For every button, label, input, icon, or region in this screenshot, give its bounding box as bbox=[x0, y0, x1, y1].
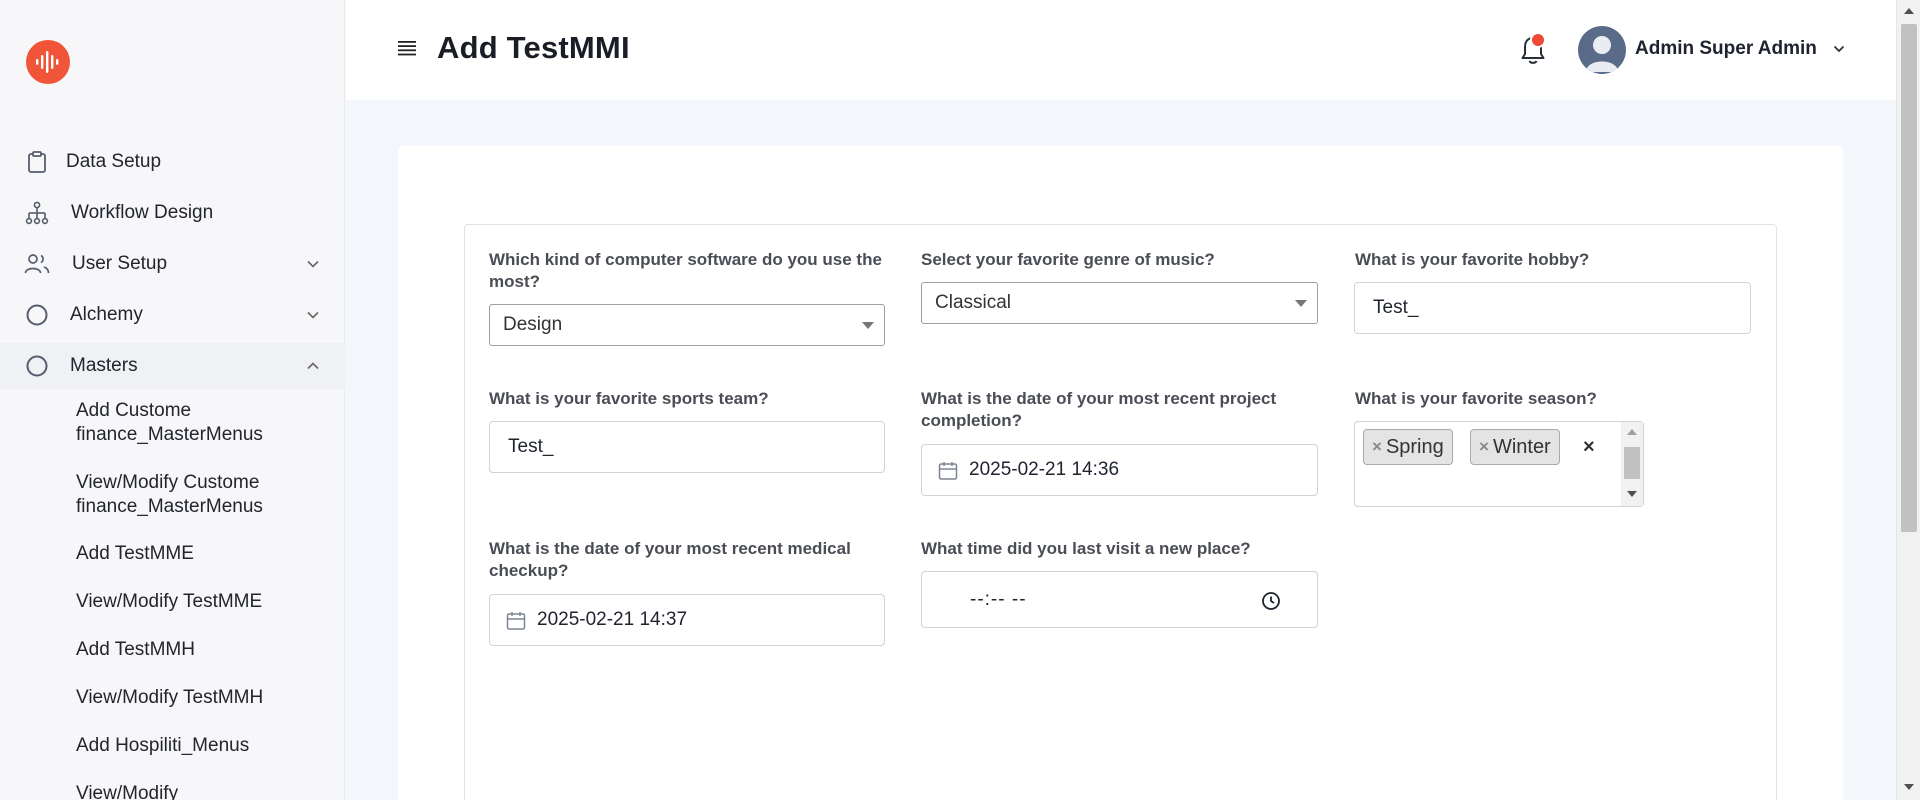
clear-all-icon[interactable]: × bbox=[1583, 436, 1595, 459]
sound-wave-icon bbox=[36, 51, 59, 73]
chevron-down-icon[interactable] bbox=[1833, 44, 1845, 54]
app-logo[interactable] bbox=[26, 40, 70, 84]
circle-icon bbox=[23, 301, 51, 329]
sidebar-item-label: Data Setup bbox=[66, 151, 162, 172]
music-select-value: Classical bbox=[935, 292, 1012, 313]
scroll-thumb[interactable] bbox=[1901, 24, 1917, 532]
medical-date-input[interactable]: 2025-02-21 14:37 bbox=[489, 594, 885, 646]
circle-icon bbox=[23, 352, 51, 380]
sidebar-item-alchemy[interactable]: Alchemy bbox=[0, 292, 345, 338]
chevron-down-icon bbox=[307, 258, 319, 270]
hobby-input[interactable]: Test_ bbox=[1354, 282, 1751, 334]
sports-team-input[interactable]: Test_ bbox=[489, 421, 885, 473]
chip-remove-icon[interactable]: × bbox=[1479, 437, 1489, 457]
sidebar-subitem[interactable]: View/Modify bbox=[76, 782, 326, 800]
sidebar-item-label: Masters bbox=[70, 355, 138, 376]
software-select[interactable]: Design bbox=[489, 304, 885, 346]
sidebar-item-label: User Setup bbox=[72, 253, 168, 274]
question-medical-date-label: What is the date of your most recent med… bbox=[489, 539, 851, 580]
calendar-icon bbox=[938, 462, 958, 480]
visit-time-input[interactable]: --:-- -- bbox=[921, 571, 1318, 628]
caret-down-icon bbox=[862, 322, 874, 329]
season-chip-spring[interactable]: × Spring bbox=[1363, 429, 1453, 465]
question-visit-time-label: What time did you last visit a new place… bbox=[921, 539, 1251, 558]
clock-icon[interactable] bbox=[1261, 591, 1281, 611]
chip-label: Spring bbox=[1385, 435, 1444, 458]
sidebar-item-label: Workflow Design bbox=[71, 202, 214, 223]
caret-down-icon bbox=[1295, 300, 1307, 307]
menu-icon[interactable] bbox=[398, 40, 416, 56]
notification-badge bbox=[1530, 32, 1546, 48]
medical-date-value: 2025-02-21 14:37 bbox=[537, 609, 688, 630]
chip-remove-icon[interactable]: × bbox=[1372, 437, 1382, 457]
hobby-input-value: Test_ bbox=[1373, 297, 1419, 318]
scroll-up-icon[interactable] bbox=[1626, 428, 1638, 436]
project-date-value: 2025-02-21 14:36 bbox=[969, 459, 1120, 480]
season-multiselect[interactable]: × Spring × Winter × bbox=[1354, 421, 1644, 507]
sidebar-item-label: Alchemy bbox=[70, 304, 143, 325]
sidebar-subitem[interactable]: View/Modify Custome finance_MasterMenus bbox=[76, 471, 326, 519]
question-hobby-label: What is your favorite hobby? bbox=[1355, 250, 1590, 269]
question-project-date-label: What is the date of your most recent pro… bbox=[921, 389, 1277, 430]
calendar-icon bbox=[506, 612, 526, 630]
season-chip-winter[interactable]: × Winter bbox=[1470, 429, 1560, 465]
sidebar-subitem[interactable]: View/Modify TestMME bbox=[76, 590, 326, 614]
sidebar: Data Setup Workflow Design User Setup Al… bbox=[0, 0, 345, 800]
sidebar-subitem[interactable]: Add Hospiliti_Menus bbox=[76, 734, 326, 758]
question-music-label: Select your favorite genre of music? bbox=[921, 250, 1215, 269]
sidebar-subitem[interactable]: Add TestMME bbox=[76, 542, 326, 566]
top-header: Add TestMMI Admin Super Admin bbox=[346, 0, 1896, 100]
chevron-up-icon bbox=[307, 360, 319, 372]
chevron-down-icon bbox=[307, 309, 319, 321]
page-title: Add TestMMI bbox=[437, 30, 630, 65]
users-icon bbox=[23, 250, 51, 278]
sidebar-item-workflow-design[interactable]: Workflow Design bbox=[0, 190, 345, 236]
multiselect-scrollbar[interactable] bbox=[1621, 422, 1643, 506]
scroll-up-icon[interactable] bbox=[1903, 6, 1915, 16]
user-name[interactable]: Admin Super Admin bbox=[1635, 38, 1817, 60]
question-sports-label: What is your favorite sports team? bbox=[489, 389, 769, 408]
scroll-down-icon[interactable] bbox=[1626, 490, 1638, 498]
sports-team-input-value: Test_ bbox=[508, 436, 554, 457]
sidebar-subitem[interactable]: View/Modify TestMMH bbox=[76, 686, 326, 710]
sidebar-subitem[interactable]: Add Custome finance_MasterMenus bbox=[76, 399, 326, 447]
question-software-label: Which kind of computer software do you u… bbox=[489, 250, 882, 291]
software-select-value: Design bbox=[503, 314, 563, 335]
sidebar-item-user-setup[interactable]: User Setup bbox=[0, 241, 345, 287]
page-scrollbar[interactable] bbox=[1896, 0, 1920, 800]
project-date-input[interactable]: 2025-02-21 14:36 bbox=[921, 444, 1318, 496]
user-avatar-icon bbox=[1586, 36, 1618, 72]
visit-time-value: --:-- -- bbox=[970, 589, 1027, 610]
music-select[interactable]: Classical bbox=[921, 282, 1318, 324]
scroll-thumb[interactable] bbox=[1624, 447, 1640, 479]
scroll-down-icon[interactable] bbox=[1903, 782, 1915, 792]
question-season-label: What is your favorite season? bbox=[1355, 389, 1597, 408]
clipboard-icon bbox=[23, 148, 51, 176]
hierarchy-icon bbox=[23, 199, 51, 227]
avatar[interactable] bbox=[1578, 26, 1626, 74]
sidebar-subitem[interactable]: Add TestMMH bbox=[76, 638, 326, 662]
chip-label: Winter bbox=[1492, 435, 1551, 458]
sidebar-item-data-setup[interactable]: Data Setup bbox=[0, 139, 345, 185]
sidebar-item-masters[interactable]: Masters bbox=[0, 343, 345, 389]
